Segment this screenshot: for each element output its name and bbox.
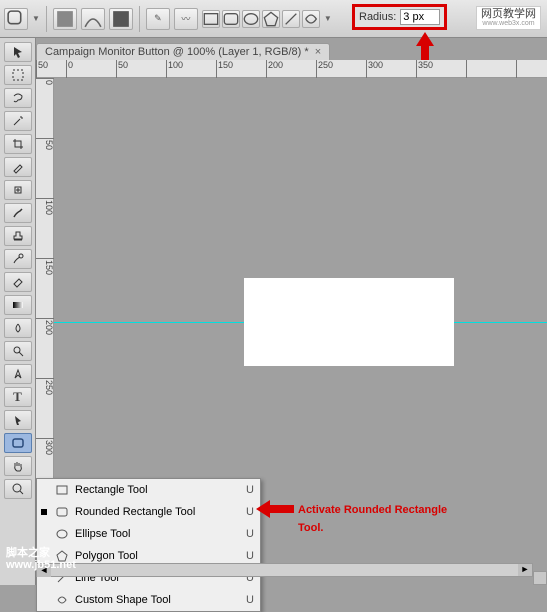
brush-tool[interactable]: [4, 203, 32, 223]
blur-tool[interactable]: [4, 318, 32, 338]
mode-path[interactable]: [81, 8, 105, 30]
document-tab[interactable]: Campaign Monitor Button @ 100% (Layer 1,…: [36, 43, 330, 60]
canvas-area: 50050100150200250300350 0501001502002503…: [36, 60, 547, 500]
eraser-tool[interactable]: [4, 272, 32, 292]
custom-icon: [55, 593, 69, 607]
lasso-tool[interactable]: [4, 88, 32, 108]
pen-icon[interactable]: ✎: [146, 8, 170, 30]
heal-tool[interactable]: [4, 180, 32, 200]
horizontal-scrollbar[interactable]: ◄ ►: [36, 563, 533, 577]
close-icon[interactable]: ×: [315, 46, 321, 58]
flyout-item-rrect[interactable]: Rounded Rectangle ToolU: [37, 501, 260, 523]
toolbox: T: [0, 38, 36, 585]
rrect-icon: [55, 505, 69, 519]
horizontal-ruler: 50050100150200250300350: [36, 60, 547, 78]
pen-tool[interactable]: [4, 364, 32, 384]
preset-picker[interactable]: [4, 8, 28, 30]
stamp-tool[interactable]: [4, 226, 32, 246]
history-brush-tool[interactable]: [4, 249, 32, 269]
type-tool[interactable]: T: [4, 387, 32, 407]
radius-field-group: Radius:: [352, 4, 447, 30]
hand-tool[interactable]: [4, 456, 32, 476]
eyedropper-tool[interactable]: [4, 157, 32, 177]
tab-title: Campaign Monitor Button @ 100% (Layer 1,…: [45, 46, 309, 58]
radius-input[interactable]: [400, 9, 440, 25]
document-tab-bar: Campaign Monitor Button @ 100% (Layer 1,…: [36, 40, 330, 60]
flyout-item-custom[interactable]: Custom Shape ToolU: [37, 589, 260, 611]
path-select-tool[interactable]: [4, 410, 32, 430]
rect-icon: [55, 483, 69, 497]
mode-shape-layer[interactable]: [53, 8, 77, 30]
flyout-item-ellipse[interactable]: Ellipse ToolU: [37, 523, 260, 545]
marquee-tool[interactable]: [4, 65, 32, 85]
ellipse-shape-icon[interactable]: [242, 10, 260, 28]
rrect-shape-icon[interactable]: [222, 10, 240, 28]
crop-tool[interactable]: [4, 134, 32, 154]
resize-handle[interactable]: [533, 571, 547, 585]
canvas[interactable]: [54, 78, 547, 500]
dodge-tool[interactable]: [4, 341, 32, 361]
vertical-ruler: 050100150200250300: [36, 78, 54, 500]
radius-label: Radius:: [359, 11, 396, 23]
wand-tool[interactable]: [4, 111, 32, 131]
gradient-tool[interactable]: [4, 295, 32, 315]
freeform-pen-icon[interactable]: 〰: [174, 8, 198, 30]
brand-badge: 网页教学网www.web3x.com: [476, 6, 541, 30]
line-shape-icon[interactable]: [282, 10, 300, 28]
polygon-shape-icon[interactable]: [262, 10, 280, 28]
custom-shape-icon[interactable]: [302, 10, 320, 28]
ellipse-icon: [55, 527, 69, 541]
options-bar: ▼ ✎ 〰 ▼: [0, 0, 547, 38]
scroll-right-icon[interactable]: ►: [518, 564, 532, 576]
move-tool[interactable]: [4, 42, 32, 62]
artboard: [244, 278, 454, 366]
mode-fill[interactable]: [109, 8, 133, 30]
rect-shape-icon[interactable]: [202, 10, 220, 28]
annotation-activate: Activate Rounded Rectangle Tool.: [298, 499, 447, 536]
watermark: 脚本之家www.jb51.net: [6, 547, 76, 571]
shape-tool-flyout: Rectangle ToolURounded Rectangle ToolUEl…: [36, 478, 261, 612]
flyout-item-rect[interactable]: Rectangle ToolU: [37, 479, 260, 501]
zoom-tool[interactable]: [4, 479, 32, 499]
shape-tool[interactable]: [4, 433, 32, 453]
